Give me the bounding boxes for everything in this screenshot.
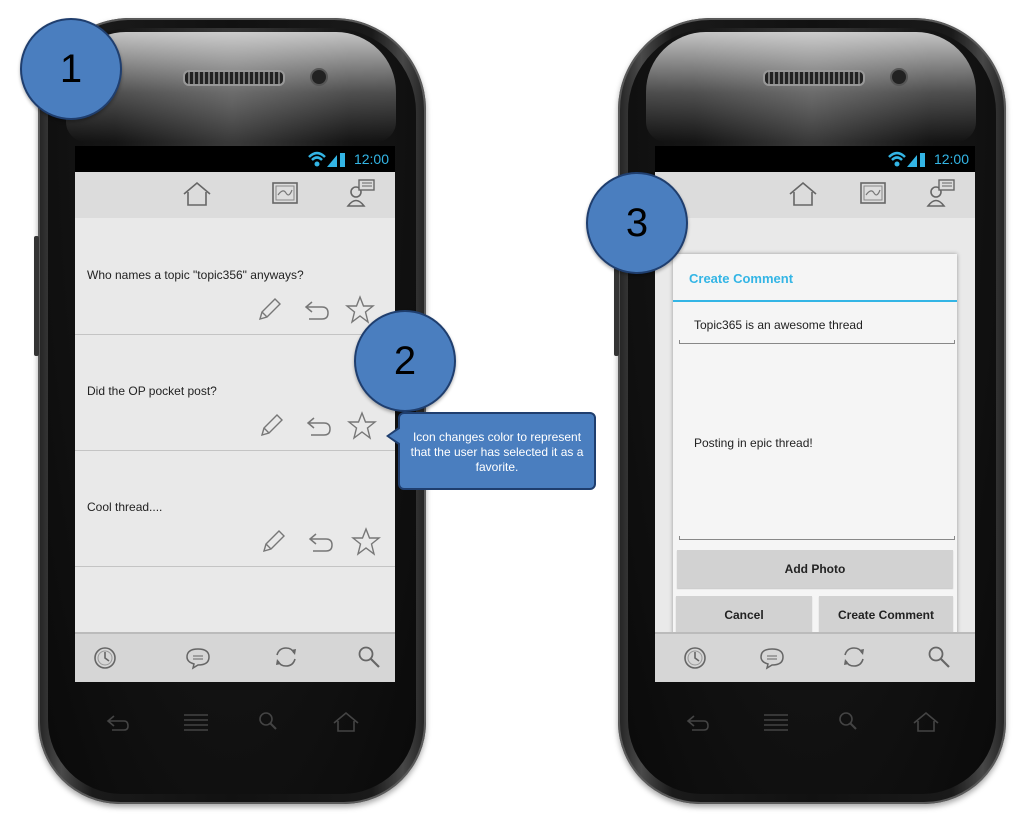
bottom-bar — [655, 632, 975, 682]
post-item[interactable]: Cool thread.... — [75, 450, 395, 567]
search-key[interactable] — [259, 712, 277, 730]
search-key[interactable] — [839, 712, 857, 730]
profile-list-icon[interactable] — [345, 178, 377, 210]
back-key[interactable] — [686, 715, 709, 731]
refresh-icon[interactable] — [841, 644, 867, 670]
subject-value: Topic365 is an awesome thread — [694, 318, 863, 332]
status-bar: 12:00 — [75, 146, 395, 172]
map-icon[interactable] — [271, 180, 299, 206]
action-bar — [655, 172, 975, 218]
profile-list-icon[interactable] — [925, 178, 957, 210]
dialog-title: Create Comment — [689, 271, 794, 286]
step-badge-2: 2 — [354, 310, 456, 412]
star-icon[interactable] — [351, 527, 381, 557]
wifi-signal-battery-icon — [308, 151, 345, 167]
home-key[interactable] — [913, 711, 939, 732]
add-photo-button[interactable]: Add Photo — [677, 550, 953, 588]
create-comment-button[interactable]: Create Comment — [819, 596, 953, 634]
post-item[interactable]: Did the OP pocket post? — [75, 334, 395, 451]
front-camera — [890, 68, 908, 86]
menu-key[interactable] — [184, 714, 208, 731]
comment-body-field[interactable]: Posting in epic thread! — [679, 354, 955, 540]
phone-left: 12:00 Who names a topic "topic356" anywa… — [34, 18, 426, 804]
phone-right: 12:00 Create Comment Topic365 is an awes… — [614, 18, 1006, 804]
screen-thread: 12:00 Who names a topic "topic356" anywa… — [75, 146, 395, 682]
search-icon[interactable] — [357, 645, 381, 669]
history-icon[interactable] — [93, 646, 117, 670]
chat-icon[interactable] — [185, 646, 211, 670]
status-time: 12:00 — [933, 151, 969, 167]
field-underline — [679, 340, 955, 344]
pencil-icon[interactable] — [255, 296, 283, 324]
post-item[interactable]: Who names a topic "topic356" anyways? — [75, 218, 395, 335]
post-text: Who names a topic "topic356" anyways? — [87, 268, 304, 282]
reply-icon[interactable] — [307, 530, 335, 554]
step-badge-3: 3 — [586, 172, 688, 274]
history-icon[interactable] — [683, 646, 707, 670]
screen-create-comment: 12:00 Create Comment Topic365 is an awes… — [655, 146, 975, 682]
earpiece-speaker — [183, 70, 285, 86]
search-icon[interactable] — [927, 645, 951, 669]
favorite-callout: Icon changes color to represent that the… — [386, 412, 596, 490]
cancel-button[interactable]: Cancel — [676, 596, 812, 634]
bottom-bar — [75, 632, 395, 682]
earpiece-speaker — [763, 70, 865, 86]
step-badge-1: 1 — [20, 18, 122, 120]
star-icon[interactable] — [347, 411, 377, 441]
home-key[interactable] — [333, 711, 359, 732]
back-key[interactable] — [106, 715, 129, 731]
front-camera — [310, 68, 328, 86]
status-bar: 12:00 — [655, 146, 975, 172]
volume-button — [34, 236, 39, 356]
create-comment-dialog: Create Comment Topic365 is an awesome th… — [673, 254, 957, 636]
hardware-keys — [106, 711, 359, 732]
home-icon[interactable] — [787, 180, 819, 208]
chat-icon[interactable] — [759, 646, 785, 670]
comment-body-value: Posting in epic thread! — [694, 436, 813, 450]
post-text: Cool thread.... — [87, 500, 163, 514]
reply-icon[interactable] — [303, 298, 331, 322]
pencil-icon[interactable] — [257, 412, 285, 440]
callout-text: Icon changes color to represent that the… — [410, 430, 584, 474]
screen-gloss — [646, 32, 976, 142]
subject-field[interactable]: Topic365 is an awesome thread — [679, 314, 955, 344]
pencil-icon[interactable] — [259, 528, 287, 556]
action-bar — [75, 172, 395, 218]
field-underline — [679, 536, 955, 540]
title-divider — [673, 300, 957, 302]
reply-icon[interactable] — [305, 414, 333, 438]
map-icon[interactable] — [859, 180, 887, 206]
home-icon[interactable] — [181, 180, 213, 208]
refresh-icon[interactable] — [273, 644, 299, 670]
star-icon[interactable] — [345, 295, 375, 325]
hardware-keys — [686, 711, 939, 732]
wifi-signal-battery-icon — [888, 151, 925, 167]
status-time: 12:00 — [353, 151, 389, 167]
menu-key[interactable] — [764, 714, 788, 731]
post-text: Did the OP pocket post? — [87, 384, 217, 398]
